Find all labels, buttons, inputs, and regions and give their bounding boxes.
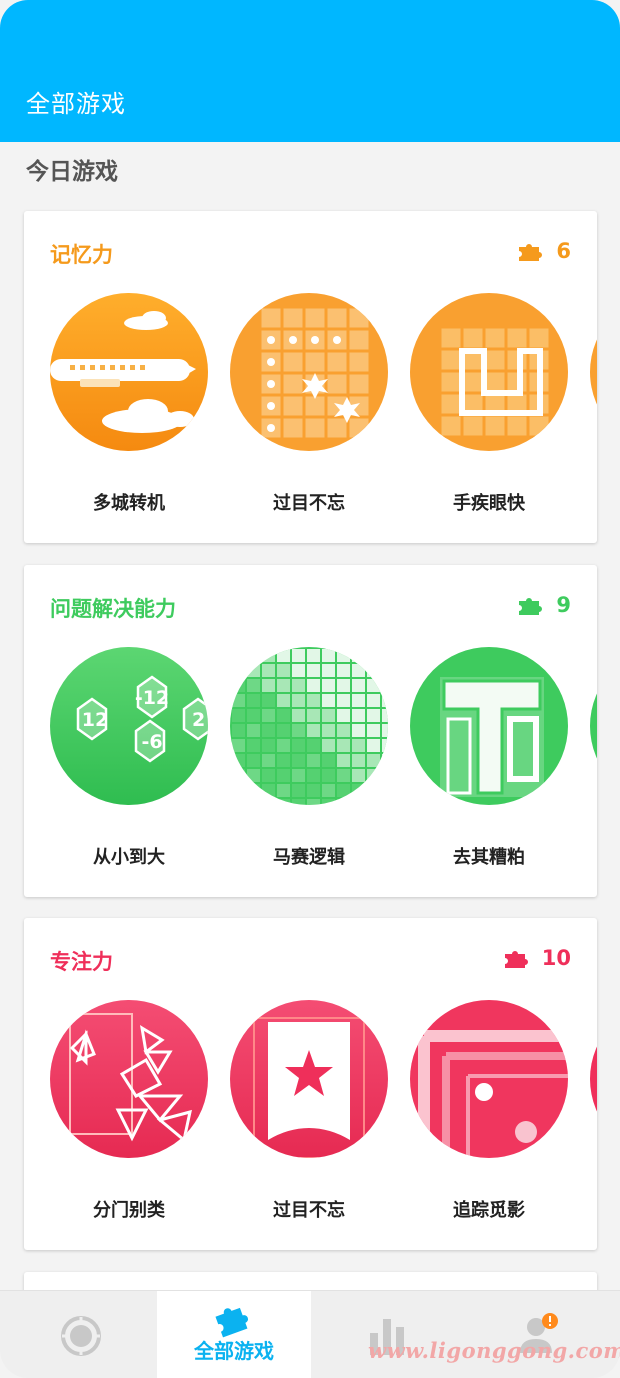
category-count: 10 — [541, 946, 571, 970]
hex-number: 12 — [81, 709, 109, 731]
game-tile-tangram[interactable]: 分门别类 — [50, 1000, 210, 1230]
game-tile-block-puzzle[interactable]: 去其糟粕 — [410, 647, 570, 877]
phone-screen: 全部游戏 今日游戏 记忆力 6 多城转机 过目不忘 手疾眼快 问题解决能力 9 … — [0, 0, 620, 1378]
category-card-focus: 专注力 10 分门别类 过目不忘 追踪觅影 — [24, 918, 597, 1250]
game-label: 过目不忘 — [273, 493, 345, 514]
game-tile-star-card[interactable]: 过目不忘 — [230, 1000, 390, 1230]
app-bar: 全部游戏 — [0, 0, 620, 142]
star-card-icon — [230, 1000, 388, 1158]
category-title: 专注力 — [50, 950, 113, 974]
category-count: 9 — [556, 593, 571, 617]
more-games-peek[interactable] — [590, 293, 597, 451]
nav-tab-profile[interactable] — [464, 1291, 618, 1378]
nav-label: 全部游戏 — [194, 1339, 274, 1363]
game-tile-hexagon-numbers[interactable]: 12 -12 -6 2 从小到大 — [50, 647, 210, 877]
more-games-peek[interactable] — [590, 647, 597, 805]
section-title-today: 今日游戏 — [26, 159, 118, 185]
hex-number: -12 — [134, 687, 170, 709]
tangram-icon — [50, 1000, 208, 1158]
bottom-navigation: 全部游戏 — [0, 1290, 620, 1378]
game-label: 从小到大 — [93, 847, 165, 868]
watermark-text: www.ligonggong.com — [368, 1338, 620, 1363]
airplane-icon — [50, 293, 208, 451]
card-header: 问题解决能力 9 — [50, 593, 571, 623]
hexagon-numbers-icon: 12 -12 -6 2 — [50, 647, 208, 805]
puzzle-icon — [519, 244, 542, 261]
card-header: 专注力 10 — [50, 946, 571, 976]
game-tile-mosaic-grid[interactable]: 马赛逻辑 — [230, 647, 390, 877]
game-label: 分门别类 — [93, 1200, 165, 1221]
game-label: 手疾眼快 — [453, 493, 525, 514]
category-count: 6 — [556, 239, 571, 263]
nav-tab-dashboard[interactable] — [2, 1291, 156, 1378]
card-header: 记忆力 6 — [50, 239, 571, 269]
nav-tab-all-games[interactable]: 全部游戏 — [157, 1291, 311, 1378]
block-puzzle-icon — [410, 647, 568, 805]
page-title: 全部游戏 — [26, 90, 126, 118]
mosaic-grid-icon — [230, 647, 388, 805]
maze-grid-icon — [410, 293, 568, 451]
grid-burst-icon — [230, 293, 388, 451]
puzzle-icon — [505, 951, 528, 968]
game-tile-grid-burst[interactable]: 过目不忘 — [230, 293, 390, 523]
game-tile-airplane[interactable]: 多城转机 — [50, 293, 210, 523]
category-title: 问题解决能力 — [50, 597, 176, 621]
game-tile-tracking-board[interactable]: 追踪觅影 — [410, 1000, 570, 1230]
game-label: 过目不忘 — [273, 1200, 345, 1221]
category-card-problem-solving: 问题解决能力 9 12 -12 -6 2 从小到大 马赛逻辑 去其糟粕 — [24, 565, 597, 897]
game-label: 多城转机 — [93, 493, 165, 514]
game-label: 去其糟粕 — [453, 847, 525, 868]
category-card-memory: 记忆力 6 多城转机 过目不忘 手疾眼快 — [24, 211, 597, 543]
dashboard-icon — [61, 1316, 101, 1356]
puzzle-icon — [215, 1307, 249, 1338]
tracking-board-icon — [410, 1000, 568, 1158]
puzzle-icon — [519, 598, 542, 615]
more-games-peek[interactable] — [590, 1000, 597, 1158]
hex-number: 2 — [192, 709, 206, 731]
nav-tab-stats[interactable] — [310, 1291, 464, 1378]
game-label: 马赛逻辑 — [273, 847, 345, 868]
hex-number: -6 — [141, 731, 163, 753]
game-tile-maze-grid[interactable]: 手疾眼快 — [410, 293, 570, 523]
category-title: 记忆力 — [50, 243, 113, 267]
game-label: 追踪觅影 — [453, 1200, 525, 1221]
